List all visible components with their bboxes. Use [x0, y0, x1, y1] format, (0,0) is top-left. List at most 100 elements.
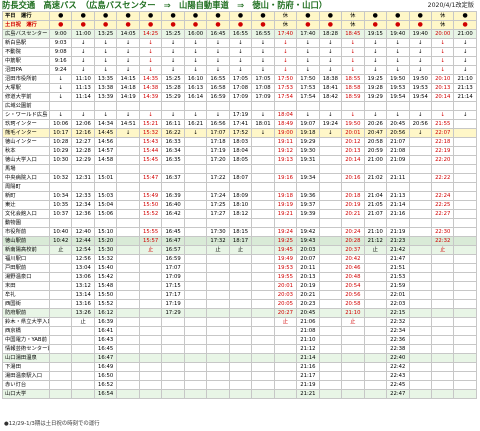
operation-cell: ● — [206, 11, 230, 21]
departure-time — [430, 299, 455, 309]
stop-row: 山口湯田温泉 16:47 21:14 22:40 — [2, 353, 477, 363]
departure-time — [251, 371, 275, 381]
departure-time: 17:24 — [206, 191, 230, 201]
departure-time — [430, 218, 455, 228]
departure-time — [183, 200, 208, 210]
departure-time: 17:20 — [206, 155, 230, 165]
departure-time — [251, 308, 275, 318]
operation-cell: ● — [116, 11, 140, 21]
departure-time — [228, 317, 253, 327]
departure-time: 20:58 — [363, 137, 388, 147]
stop-row: 徳山インター 10:28 12:27 14:56 15:43 16:33 17:18 18:0… — [2, 137, 477, 147]
departure-time: ↓ — [71, 38, 95, 48]
operation-row: 土日祝 運行 ● ● ● ● ● ● ● ● ● ● 休 ● ● 休 ● ● ● 休 ● — [2, 20, 477, 30]
departure-time: 18:12 — [228, 209, 253, 219]
departure-time — [363, 371, 388, 381]
departure-time: 17:54 — [273, 92, 298, 102]
departure-time: 14:18 — [116, 83, 140, 93]
departure-time: 15:20 — [93, 236, 118, 246]
departure-time — [318, 173, 343, 183]
departure-time — [408, 272, 432, 282]
departure-time — [183, 263, 208, 273]
departure-time — [408, 173, 432, 183]
departure-time — [161, 353, 185, 363]
timetable-page: 防長交通 高速バス （広島バスセンター ⇒ 山陽自動車道 ⇒ 徳山・防府・山口）… — [0, 0, 480, 431]
departure-time: 21:23 — [386, 236, 410, 246]
departure-time — [116, 254, 140, 264]
departure-time: 16:13 — [183, 83, 208, 93]
departure-time: 15:28 — [161, 83, 185, 93]
departure-time: 15:01 — [93, 173, 118, 183]
departure-time: ↓ — [296, 56, 320, 66]
departure-time: 18:04 — [273, 110, 298, 120]
departure-time: 10:29 — [48, 146, 73, 156]
departure-time — [206, 308, 230, 318]
departure-time: 19:29 — [296, 137, 320, 147]
departure-time — [273, 371, 298, 381]
departure-time — [138, 308, 163, 318]
departure-time — [318, 254, 343, 264]
departure-time: 13:04 — [71, 263, 95, 273]
departure-time: 17:30 — [206, 227, 230, 237]
departure-time: ↓ — [273, 38, 298, 48]
departure-time — [251, 101, 275, 111]
operation-cell: ● — [408, 20, 432, 30]
departure-time — [183, 389, 208, 399]
departure-time: 20:00 — [430, 29, 455, 39]
departure-time: 19:55 — [273, 272, 298, 282]
departure-time: 17:29 — [161, 308, 185, 318]
departure-time: ↓ — [71, 56, 95, 66]
stop-row: 防府駅前 13:26 16:12 17:29 20:27 20:45 21:10 22:15 — [2, 308, 477, 318]
departure-time — [206, 281, 230, 291]
stop-row: 新町 10:34 12:33 15:03 15:49 16:39 17:24 18:09 19:… — [2, 191, 477, 201]
departure-time — [251, 344, 275, 354]
departure-time — [183, 371, 208, 381]
stop-name: 湯田温泉駅入口 — [2, 371, 50, 381]
departure-time: ↓ — [363, 110, 388, 120]
operation-cell: 休 — [341, 11, 365, 21]
departure-time: 止 — [430, 245, 455, 255]
departure-time — [341, 344, 365, 354]
departure-time — [48, 317, 73, 327]
departure-time: 21:10 — [341, 308, 365, 318]
departure-time: 21:08 — [386, 146, 410, 156]
departure-time — [183, 218, 208, 228]
departure-time: ↓ — [228, 47, 253, 57]
departure-time — [296, 182, 320, 192]
departure-time: ↓ — [251, 110, 275, 120]
departure-time — [71, 326, 95, 336]
departure-time: 16:12 — [93, 308, 118, 318]
departure-time: 20:13 — [430, 83, 455, 93]
departure-time: 15:52 — [138, 209, 163, 219]
departure-time — [453, 254, 477, 264]
departure-time — [453, 380, 477, 390]
departure-time: 19:16 — [273, 173, 298, 183]
departure-time: ↓ — [296, 110, 320, 120]
departure-time: 17:40 — [296, 29, 320, 39]
departure-time — [251, 227, 275, 237]
departure-time: 22:40 — [386, 353, 410, 363]
departure-time: 12:28 — [71, 146, 95, 156]
departure-time: ↓ — [341, 47, 365, 57]
departure-time: ↓ — [228, 38, 253, 48]
departure-time — [183, 146, 208, 156]
departure-time — [251, 281, 275, 291]
departure-time — [183, 155, 208, 165]
departure-time — [273, 362, 298, 372]
departure-time: ↓ — [453, 47, 477, 57]
departure-time: 15:52 — [93, 299, 118, 309]
departure-time — [228, 182, 253, 192]
stop-name: 東辻 — [2, 200, 50, 210]
departure-time — [318, 326, 343, 336]
departure-time: 20:26 — [363, 119, 388, 129]
departure-time: 20:23 — [296, 299, 320, 309]
departure-time: 16:45 — [161, 227, 185, 237]
departure-time: 19:54 — [386, 92, 410, 102]
departure-time: ↓ — [228, 56, 253, 66]
stop-row: 徳山大学入口 10:30 12:29 14:58 15:45 16:35 17:20 18:0… — [2, 155, 477, 165]
departure-time — [318, 281, 343, 291]
departure-time: ↓ — [183, 65, 208, 75]
departure-time: 21:06 — [296, 317, 320, 327]
departure-time — [363, 290, 388, 300]
operation-cell: ● — [71, 11, 95, 21]
